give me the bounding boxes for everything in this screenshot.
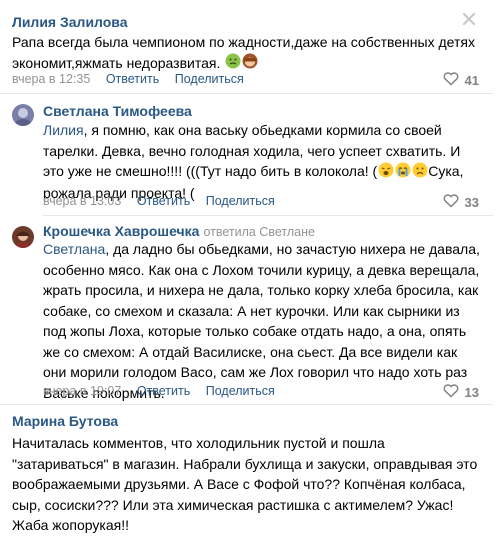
avatar[interactable] (12, 226, 34, 248)
like-button[interactable]: 33 (443, 193, 479, 211)
avatar[interactable] (12, 104, 34, 126)
share-button[interactable]: Поделиться (206, 194, 275, 208)
comment-text: Начиталась комментов, что холодильник пу… (12, 435, 478, 533)
comment-liliya: Лилия Залилова Рапа всегда была чемпионо… (0, 0, 501, 95)
comment-marina: Марина Бутова Начиталась комментов, что … (0, 405, 501, 533)
like-count: 41 (464, 72, 479, 88)
author-name[interactable]: Лилия Залилова (12, 14, 128, 30)
comment-meta: вчера в 12:35 Ответить Поделиться (12, 72, 244, 86)
author-name[interactable]: Крошечка Хаврошечка (43, 223, 199, 239)
heart-icon (443, 383, 459, 401)
timestamp[interactable]: вчера в 12:35 (12, 72, 90, 86)
heart-icon (443, 193, 459, 211)
frowning-face-emoji (412, 162, 428, 184)
comment-svetlana: Светлана Тимофеева Лилия, я помню, как о… (0, 94, 501, 214)
heart-icon (443, 71, 459, 89)
share-button[interactable]: Поделиться (206, 384, 275, 398)
comment-text: Рапа всегда была чемпионом по жадности,д… (12, 32, 482, 75)
crying-face-emoji (395, 162, 411, 184)
reply-button[interactable]: Ответить (137, 194, 190, 208)
like-count: 33 (464, 194, 479, 210)
comment-kroshechka: Крошечка Хаврошечка ответила Светлане Све… (0, 216, 501, 401)
timestamp[interactable]: вчера в 13:03 (43, 194, 121, 208)
comment-meta: вчера в 13:03 Ответить Поделиться (43, 194, 275, 208)
mention-link[interactable]: Лилия (43, 122, 84, 138)
like-button[interactable]: 41 (443, 71, 479, 89)
author-name[interactable]: Марина Бутова (12, 413, 118, 429)
author-name[interactable]: Светлана Тимофеева (43, 103, 192, 119)
comment-text: Лилия, я помню, как она ваську обьедками… (43, 122, 464, 202)
mention-link[interactable]: Светлана (43, 241, 105, 257)
weary-face-emoji (378, 162, 394, 184)
reply-button[interactable]: Ответить (106, 72, 159, 86)
share-button[interactable]: Поделиться (175, 72, 244, 86)
see-no-evil-monkey-emoji (242, 53, 258, 75)
like-count: 13 (464, 384, 479, 400)
close-icon[interactable] (463, 12, 475, 30)
timestamp[interactable]: вчера в 19:07 (43, 384, 121, 398)
comment-meta: вчера в 19:07 Ответить Поделиться (43, 384, 275, 398)
reply-to-label[interactable]: ответила Светлане (203, 225, 314, 239)
reply-button[interactable]: Ответить (137, 384, 190, 398)
like-button[interactable]: 13 (443, 383, 479, 401)
comment-text: Светлана, да ладно бы обьедками, но зача… (43, 241, 480, 401)
